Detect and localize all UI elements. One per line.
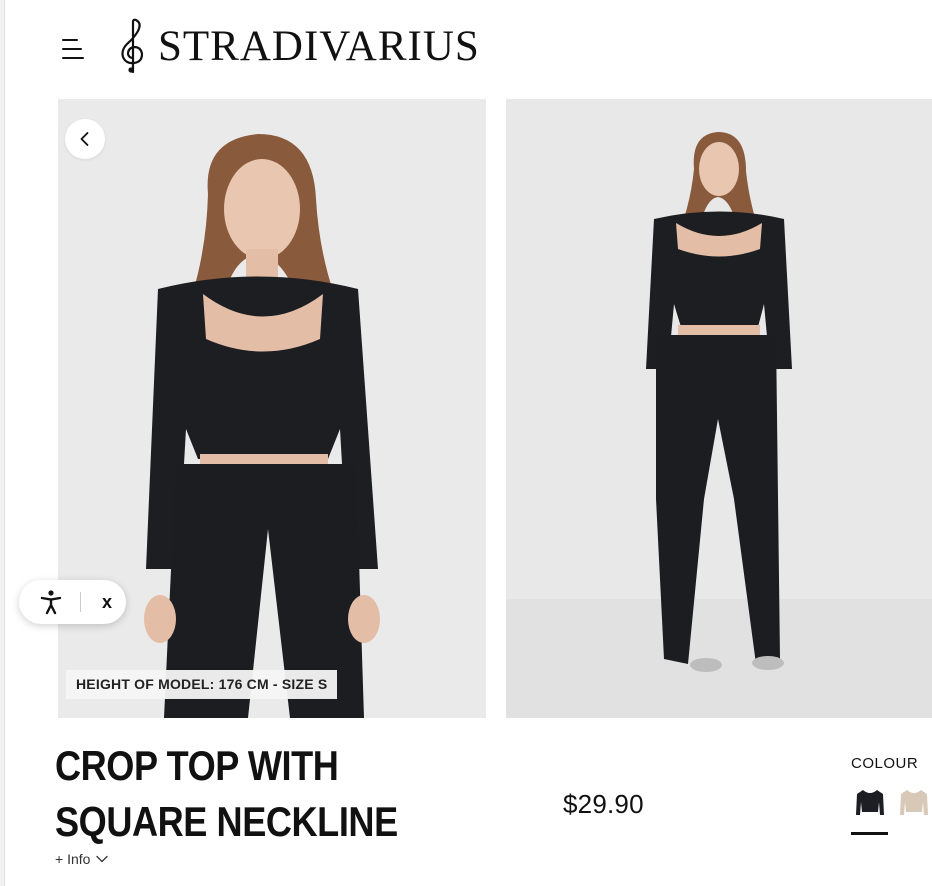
treble-clef-icon — [121, 18, 144, 74]
hamburger-menu-icon — [62, 39, 78, 41]
close-accessibility-widget-button[interactable]: x — [93, 588, 121, 616]
product-price: $29.90 — [563, 789, 644, 819]
selected-colour-indicator — [851, 832, 888, 835]
site-header: STRADIVARIUS — [0, 0, 932, 96]
product-image-1[interactable] — [58, 99, 486, 718]
black-top-swatch-icon — [856, 790, 884, 815]
beige-top-swatch-icon — [900, 790, 928, 815]
chevron-down-icon — [96, 855, 109, 863]
model-photo-front — [58, 99, 486, 718]
product-image-2[interactable] — [506, 99, 932, 718]
more-info-toggle[interactable]: + Info — [55, 851, 109, 867]
colour-label: COLOUR — [851, 755, 919, 772]
accessibility-person-icon — [40, 590, 62, 615]
hamburger-menu-icon-line — [62, 48, 82, 50]
chevron-left-icon — [80, 132, 89, 146]
product-title: CROP TOP WITH SQUARE NECKLINE — [55, 742, 398, 845]
accessibility-button[interactable] — [37, 588, 65, 616]
widget-divider — [80, 592, 81, 612]
colour-swatch-black[interactable] — [855, 786, 885, 820]
previous-image-button[interactable] — [65, 119, 105, 159]
brand-name: STRADIVARIUS — [158, 22, 480, 70]
model-size-info: HEIGHT OF MODEL: 176 CM - SIZE S — [66, 670, 338, 699]
brand-logo[interactable]: STRADIVARIUS — [116, 18, 480, 74]
page-edge — [0, 0, 5, 886]
colour-swatch-beige[interactable] — [899, 786, 929, 820]
hamburger-menu-icon-line — [62, 57, 84, 59]
menu-button[interactable] — [60, 37, 88, 61]
accessibility-widget: x — [19, 580, 126, 624]
model-photo-full — [506, 99, 932, 718]
more-info-label: + Info — [55, 851, 91, 867]
